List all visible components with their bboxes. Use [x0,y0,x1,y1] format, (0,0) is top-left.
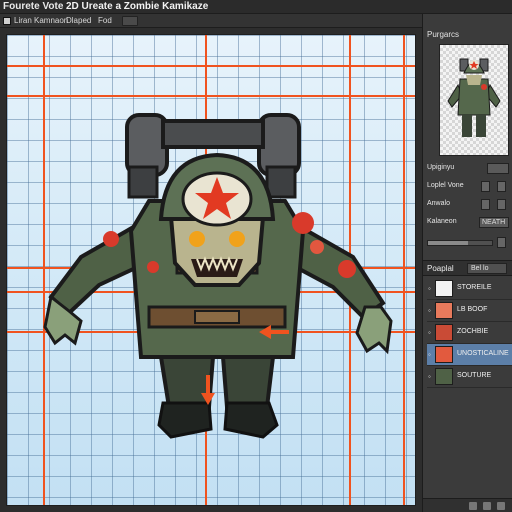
property-button[interactable] [497,181,506,192]
property-row[interactable]: Upiginyu [427,162,511,176]
layer-thumbnail [435,302,453,319]
layer-name: LB BOOF [457,306,488,313]
layer-thumbnail [435,368,453,385]
trash-icon[interactable] [497,502,505,510]
visibility-icon[interactable]: ◦ [428,284,431,293]
workspace [0,28,422,512]
layer-name: UNOSTICALINE [457,350,509,357]
property-label: Kalaneon [427,218,457,225]
property-button[interactable] [481,199,490,210]
layer-name: STOREILE [457,284,492,291]
guide-arrow-down-icon [201,375,215,405]
property-value[interactable] [487,163,509,174]
visibility-icon[interactable]: ◦ [428,328,431,337]
preview-zombie-thumbnail [447,58,501,137]
property-row[interactable]: Anwalo [427,198,511,212]
visibility-icon[interactable]: ◦ [428,306,431,315]
new-layer-icon[interactable] [469,502,477,510]
property-label: Anwalo [427,200,450,207]
option-middle-label[interactable]: Dlaped [66,16,91,25]
zombie-kamikaze-sprite[interactable] [41,107,393,459]
sprite-preview [439,44,509,156]
option-right-label[interactable]: Fod [98,16,112,25]
panel-tab-title[interactable]: Purgarcs [427,30,459,39]
editor-window: Fourete Vote 2D Ureate a Zombie Kamikaze… [0,0,512,512]
layer-name: SOUTURE [457,372,492,379]
property-row[interactable]: Kalaneon NEATH [427,216,511,230]
property-button[interactable] [497,199,506,210]
option-left-label[interactable]: Liran Kamnaon [14,16,68,25]
document-title: 2D Ureate a Zombie Kamikaze [66,1,209,12]
layer-thumbnail [435,346,453,363]
layer-name: ZOCHBIE [457,328,489,335]
layer-thumbnail [435,280,453,297]
layers-title: Poaplal [427,264,454,273]
layer-row-selected[interactable]: ◦ UNOSTICALINE [427,344,512,366]
opacity-slider-row[interactable] [427,236,511,250]
folder-icon[interactable] [483,502,491,510]
guide-horizontal[interactable] [7,95,415,97]
property-label: Loplel Vone [427,182,464,189]
app-title: Fourete Vote [3,1,64,12]
property-button[interactable] [481,181,490,192]
option-button[interactable] [122,16,138,26]
layer-row[interactable]: ◦ LB BOOF [427,300,512,322]
slider-button[interactable] [497,237,506,248]
guide-arrow-icon [259,325,289,339]
option-checkbox[interactable] [3,17,11,25]
canvas[interactable] [6,34,416,506]
layers-header: Poaplal Bel lo [423,260,512,276]
layer-row[interactable]: ◦ ZOCHBIE [427,322,512,344]
visibility-icon[interactable]: ◦ [428,350,431,359]
properties-panel: Purgarcs Upiginyu Loplel Vone Anwalo Kal… [422,14,512,512]
property-value[interactable]: NEATH [479,217,509,228]
visibility-icon[interactable]: ◦ [428,372,431,381]
opacity-slider[interactable] [427,240,493,246]
slider-fill [428,241,468,245]
layer-row[interactable]: ◦ STOREILE [427,278,512,300]
property-row[interactable]: Loplel Vone [427,180,511,194]
layers-blend-mode[interactable]: Bel lo [467,263,507,274]
title-bar: Fourete Vote 2D Ureate a Zombie Kamikaze [0,0,512,14]
guide-horizontal[interactable] [7,65,415,67]
guide-vertical[interactable] [403,35,405,505]
layer-thumbnail [435,324,453,341]
layer-row[interactable]: ◦ SOUTURE [427,366,512,388]
property-label: Upiginyu [427,164,455,171]
panel-footer [423,498,512,512]
